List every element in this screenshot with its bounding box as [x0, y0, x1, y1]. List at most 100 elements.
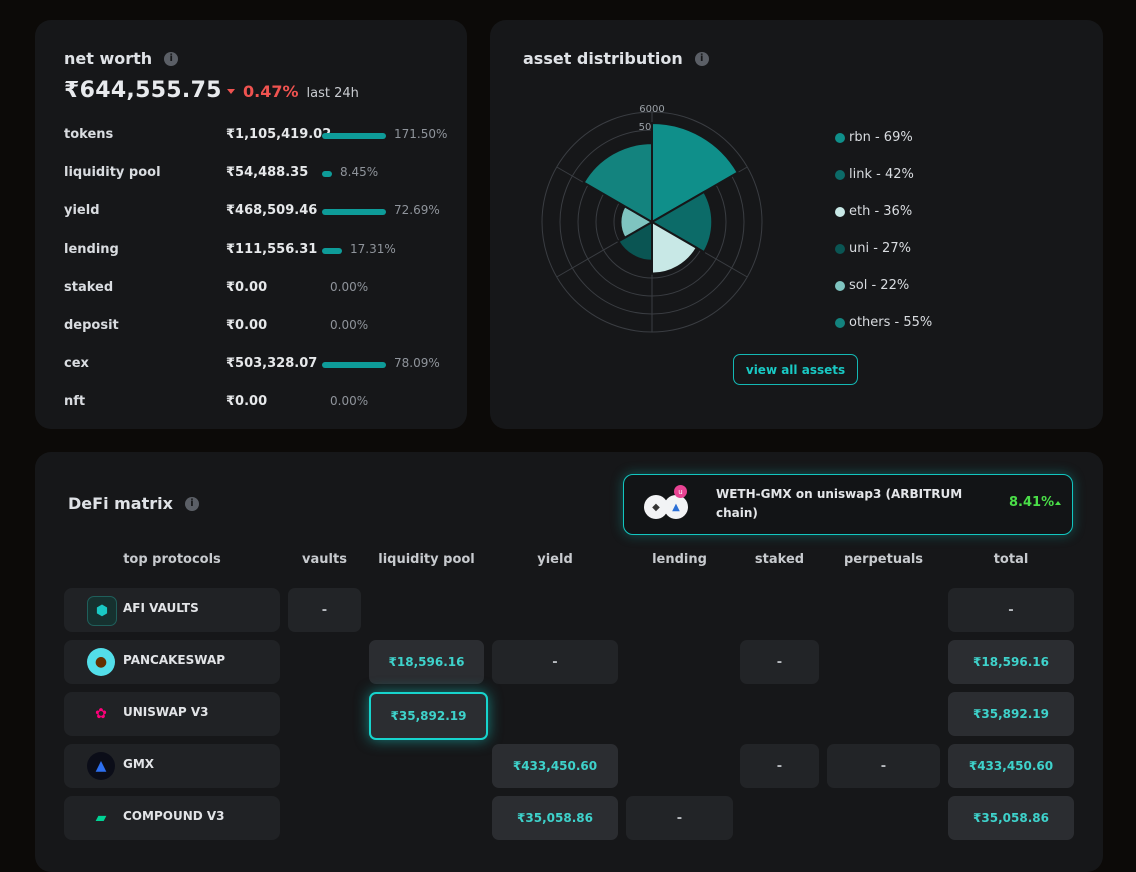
legend-label: rbn - 69%	[849, 130, 913, 145]
column-header-protocols[interactable]: top protocols	[64, 552, 280, 567]
net-worth-row-label: staked	[64, 279, 114, 295]
net-worth-row: staked ₹0.00 0.00%	[64, 280, 444, 300]
net-worth-row: cex ₹503,328.07 78.09%	[64, 356, 444, 376]
net-worth-row-label: tokens	[64, 127, 114, 142]
column-header-total[interactable]: total	[948, 552, 1074, 567]
cell-perpetuals[interactable]: -	[827, 744, 940, 788]
cell-total[interactable]: ₹433,450.60	[948, 744, 1074, 788]
compound-icon: ▰	[95, 810, 107, 826]
legend-dot-icon	[835, 132, 845, 143]
protocol-row-compound-v3[interactable]: ▰ COMPOUND V3	[64, 796, 280, 840]
protocol-row-gmx[interactable]: ▲ GMX	[64, 744, 280, 788]
cell-total[interactable]: ₹18,596.16	[948, 640, 1074, 684]
net-worth-title: net worth	[64, 49, 153, 68]
legend-item[interactable]: eth - 36%	[835, 204, 912, 219]
net-worth-row-pct: 171.50%	[394, 127, 448, 141]
protocol-row-uniswap-v3[interactable]: ✿ UNISWAP V3	[64, 692, 280, 736]
polar-slices	[582, 121, 740, 275]
info-icon[interactable]: i	[694, 51, 709, 66]
asset-distribution-card: asset distribution i 6000 50 rbn - 69% li…	[490, 20, 1103, 429]
net-worth-card: net worth i ₹644,555.75 0.47% last 24h t…	[35, 20, 467, 429]
ring-label-outer: 6000	[639, 104, 664, 115]
net-worth-row-amount: ₹468,509.46	[226, 203, 318, 219]
cell-total[interactable]: ₹35,058.86	[948, 796, 1074, 840]
net-worth-row-label: nft	[64, 394, 86, 410]
cell-staked[interactable]: -	[740, 744, 819, 788]
protocol-row-pancakeswap[interactable]: ● PANCAKESWAP	[64, 640, 280, 684]
asset-distribution-title: asset distribution	[523, 49, 683, 68]
net-worth-row-pct: 72.69%	[394, 203, 440, 218]
cell-lending[interactable]: -	[626, 796, 733, 840]
legend-dot-icon	[835, 280, 845, 291]
view-all-assets-button[interactable]: view all assets	[733, 354, 858, 385]
net-worth-row-amount: ₹54,488.35	[226, 165, 309, 181]
net-worth-row-bar	[322, 209, 386, 216]
net-worth-row-amount: ₹1,105,419.02	[226, 127, 332, 142]
net-worth-change: 0.47% last 24h	[227, 82, 359, 101]
legend-dot-icon	[835, 317, 845, 328]
column-header-vaults[interactable]: vaults	[288, 552, 361, 567]
net-worth-row-bar	[322, 171, 332, 178]
uniswap-badge-icon: u	[674, 485, 687, 498]
cell-total[interactable]: -	[948, 588, 1074, 632]
legend-item[interactable]: link - 42%	[835, 167, 914, 182]
net-worth-row-label: lending	[64, 241, 119, 257]
cell-yield[interactable]: -	[492, 640, 618, 684]
uniswap-icon: ✿	[95, 706, 107, 722]
column-header-yield[interactable]: yield	[492, 552, 618, 567]
ring-label-inner: 50	[639, 122, 652, 133]
legend-item[interactable]: rbn - 69%	[835, 130, 913, 145]
net-worth-row-bar	[322, 133, 386, 139]
column-header-lending[interactable]: lending	[626, 552, 733, 567]
legend-item[interactable]: others - 55%	[835, 315, 932, 330]
net-worth-row-bar	[322, 247, 342, 254]
net-worth-row: yield ₹468,509.46 72.69%	[64, 203, 444, 223]
cell-vaults[interactable]: -	[288, 588, 361, 632]
protocol-name: GMX	[123, 757, 155, 771]
net-worth-title-row: net worth i	[64, 49, 179, 68]
info-icon[interactable]: i	[184, 496, 199, 511]
gmx-icon: ▲	[87, 752, 115, 780]
net-worth-row: nft ₹0.00 0.00%	[64, 394, 444, 414]
net-worth-row-label: liquidity pool	[64, 165, 161, 181]
highlight-pair-pct: 8.41%	[1009, 495, 1055, 510]
defi-title-row: DeFi matrix i	[68, 494, 199, 513]
cell-yield[interactable]: ₹35,058.86	[492, 796, 618, 840]
polar-slice-others[interactable]	[582, 142, 653, 224]
net-worth-value: ₹644,555.75	[64, 78, 222, 103]
net-worth-row: tokens ₹1,105,419.02 171.50%	[64, 127, 448, 147]
pancakeswap-icon: ●	[87, 648, 115, 676]
net-worth-row-amount: ₹0.00	[226, 394, 268, 410]
protocol-name: COMPOUND V3	[123, 809, 225, 823]
net-worth-row-pct: 78.09%	[394, 356, 440, 371]
legend-dot-icon	[835, 169, 845, 180]
net-worth-change-period: last 24h	[306, 86, 359, 101]
net-worth-row-bar	[322, 362, 386, 369]
legend-label: link - 42%	[849, 167, 914, 182]
net-worth-row-pct: 17.31%	[350, 241, 396, 256]
legend-item[interactable]: uni - 27%	[835, 241, 911, 256]
asset-distribution-title-row: asset distribution i	[523, 49, 709, 68]
net-worth-row-pct: 0.00%	[330, 394, 369, 409]
net-worth-row-amount: ₹0.00	[226, 279, 268, 295]
info-icon[interactable]: i	[164, 51, 179, 66]
cell-staked[interactable]: -	[740, 640, 819, 684]
cell-liquidity-pool[interactable]: ₹35,892.19	[369, 692, 488, 740]
protocol-name: PANCAKESWAP	[123, 653, 226, 667]
net-worth-change-pct: 0.47%	[243, 82, 299, 101]
cell-total[interactable]: ₹35,892.19	[948, 692, 1074, 736]
net-worth-row-amount: ₹503,328.07	[226, 356, 318, 372]
net-worth-row-amount: ₹0.00	[226, 318, 268, 333]
column-header-perpetuals[interactable]: perpetuals	[827, 552, 940, 567]
net-worth-row: lending ₹111,556.31 17.31%	[64, 242, 444, 262]
legend-label: eth - 36%	[849, 204, 913, 219]
column-header-liquidity-pool[interactable]: liquidity pool	[369, 552, 484, 567]
cell-yield[interactable]: ₹433,450.60	[492, 744, 618, 788]
column-header-staked[interactable]: staked	[740, 552, 819, 567]
caret-down-icon	[227, 89, 235, 94]
cell-liquidity-pool[interactable]: ₹18,596.16	[369, 640, 484, 684]
legend-item[interactable]: sol - 22%	[835, 278, 909, 293]
highlight-pair-card[interactable]: ◆ ▲ u WETH-GMX on uniswap3 (ARBITRUM cha…	[623, 474, 1073, 535]
legend-dot-icon	[835, 206, 845, 217]
protocol-row-afi-vaults[interactable]: ⬢ AFI VAULTS	[64, 588, 280, 632]
